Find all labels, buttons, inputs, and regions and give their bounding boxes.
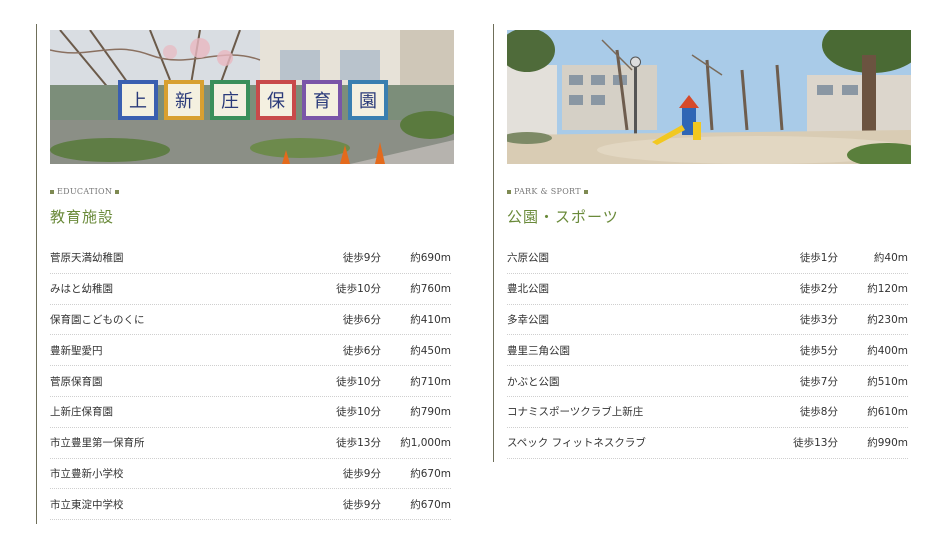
distance: 約230m — [867, 313, 908, 326]
facility-name: 上新庄保育園 — [50, 406, 113, 419]
distance: 約760m — [410, 283, 451, 296]
sign-letter: 育 — [313, 91, 331, 112]
sign-letter: 新 — [175, 91, 193, 112]
education-section: 上新庄保育園 EDUCATION 教育施設 菅原天満幼稚園 徒歩9分 約690m みは… — [36, 24, 456, 524]
distance: 約450m — [410, 344, 451, 357]
list-item: 市立豊里第一保育所 徒歩13分 約1,000m — [50, 428, 451, 459]
distance: 約670m — [410, 467, 451, 480]
walk-time: 徒歩13分 — [793, 437, 838, 450]
facility-name: 豊新聖愛円 — [50, 344, 103, 357]
sign-letter: 庄 — [221, 91, 239, 112]
facility-name: 多幸公園 — [507, 313, 549, 326]
park-photo — [507, 30, 911, 164]
list-item: 市立豊新小学校 徒歩9分 約670m — [50, 459, 451, 490]
list-item: 上新庄保育園 徒歩10分 約790m — [50, 397, 451, 428]
walk-time: 徒歩9分 — [342, 498, 381, 511]
sign-letter: 園 — [359, 91, 377, 112]
walk-time: 徒歩6分 — [342, 344, 381, 357]
facility-name: 保育園こどものくに — [50, 313, 145, 326]
distance: 約120m — [867, 283, 908, 296]
section-category: EDUCATION — [50, 187, 120, 196]
list-item: 保育園こどものくに 徒歩6分 約410m — [50, 305, 451, 336]
walk-time: 徒歩10分 — [336, 283, 381, 296]
sign-letter: 保 — [267, 91, 285, 112]
distance: 約670m — [410, 498, 451, 511]
walk-time: 徒歩10分 — [336, 375, 381, 388]
facility-name: 菅原天満幼稚園 — [50, 252, 124, 265]
distance: 約710m — [410, 375, 451, 388]
walk-time: 徒歩7分 — [799, 375, 838, 388]
distance: 約990m — [867, 437, 908, 450]
park-sport-section: PARK & SPORT 公園・スポーツ 六原公園 徒歩1分 約40m 豊北公園 徒歩2… — [493, 24, 913, 462]
walk-time: 徒歩3分 — [799, 313, 838, 326]
distance: 約690m — [410, 252, 451, 265]
walk-time: 徒歩6分 — [342, 313, 381, 326]
list-item: 菅原天満幼稚園 徒歩9分 約690m — [50, 243, 451, 274]
facility-name: 市立豊新小学校 — [50, 467, 124, 480]
list-item: みはと幼稚園 徒歩10分 約760m — [50, 274, 451, 305]
facility-name: かぶと公園 — [507, 375, 560, 388]
distance: 約410m — [410, 313, 451, 326]
facility-name: 六原公園 — [507, 252, 549, 265]
facility-name: 市立豊里第一保育所 — [50, 437, 145, 450]
walk-time: 徒歩5分 — [799, 344, 838, 357]
list-item: 六原公園 徒歩1分 約40m — [507, 243, 908, 274]
facility-name: コナミスポーツクラブ上新庄 — [507, 406, 644, 419]
facility-name: スペック フィットネスクラブ — [507, 437, 646, 450]
list-item: 菅原保育園 徒歩10分 約710m — [50, 366, 451, 397]
walk-time: 徒歩1分 — [799, 252, 838, 265]
facility-name: みはと幼稚園 — [50, 283, 113, 296]
list-item: 多幸公園 徒歩3分 約230m — [507, 305, 908, 336]
section-title: 公園・スポーツ — [507, 208, 619, 226]
education-list: 菅原天満幼稚園 徒歩9分 約690m みはと幼稚園 徒歩10分 約760m 保育園こどものく… — [50, 243, 451, 521]
facility-name: 市立東淀中学校 — [50, 498, 124, 511]
section-category: PARK & SPORT — [507, 187, 588, 196]
walk-time: 徒歩10分 — [336, 406, 381, 419]
walk-time: 徒歩9分 — [342, 252, 381, 265]
nursery-school-photo: 上新庄保育園 — [50, 30, 454, 164]
facility-name: 豊里三角公園 — [507, 344, 570, 357]
distance: 約40m — [873, 252, 908, 265]
list-item: コナミスポーツクラブ上新庄 徒歩8分 約610m — [507, 397, 908, 428]
distance: 約790m — [410, 406, 451, 419]
facility-name: 菅原保育園 — [50, 375, 103, 388]
distance: 約1,000m — [400, 437, 451, 450]
list-item: 市立東淀中学校 徒歩9分 約670m — [50, 489, 451, 521]
section-title: 教育施設 — [50, 208, 115, 226]
list-item: スペック フィットネスクラブ 徒歩13分 約990m — [507, 428, 908, 459]
distance: 約610m — [867, 406, 908, 419]
list-item: 豊新聖愛円 徒歩6分 約450m — [50, 335, 451, 367]
distance: 約400m — [867, 344, 908, 357]
list-item: 豊里三角公園 徒歩5分 約400m — [507, 335, 908, 367]
facility-name: 豊北公園 — [507, 283, 549, 296]
walk-time: 徒歩13分 — [336, 437, 381, 450]
list-item: かぶと公園 徒歩7分 約510m — [507, 366, 908, 397]
sign-letter: 上 — [129, 91, 147, 112]
list-item: 豊北公園 徒歩2分 約120m — [507, 274, 908, 305]
walk-time: 徒歩9分 — [342, 467, 381, 480]
park-sport-list: 六原公園 徒歩1分 約40m 豊北公園 徒歩2分 約120m 多幸公園 徒歩3分 約230m 豊里… — [507, 243, 908, 459]
walk-time: 徒歩2分 — [799, 283, 838, 296]
walk-time: 徒歩8分 — [799, 406, 838, 419]
distance: 約510m — [867, 375, 908, 388]
